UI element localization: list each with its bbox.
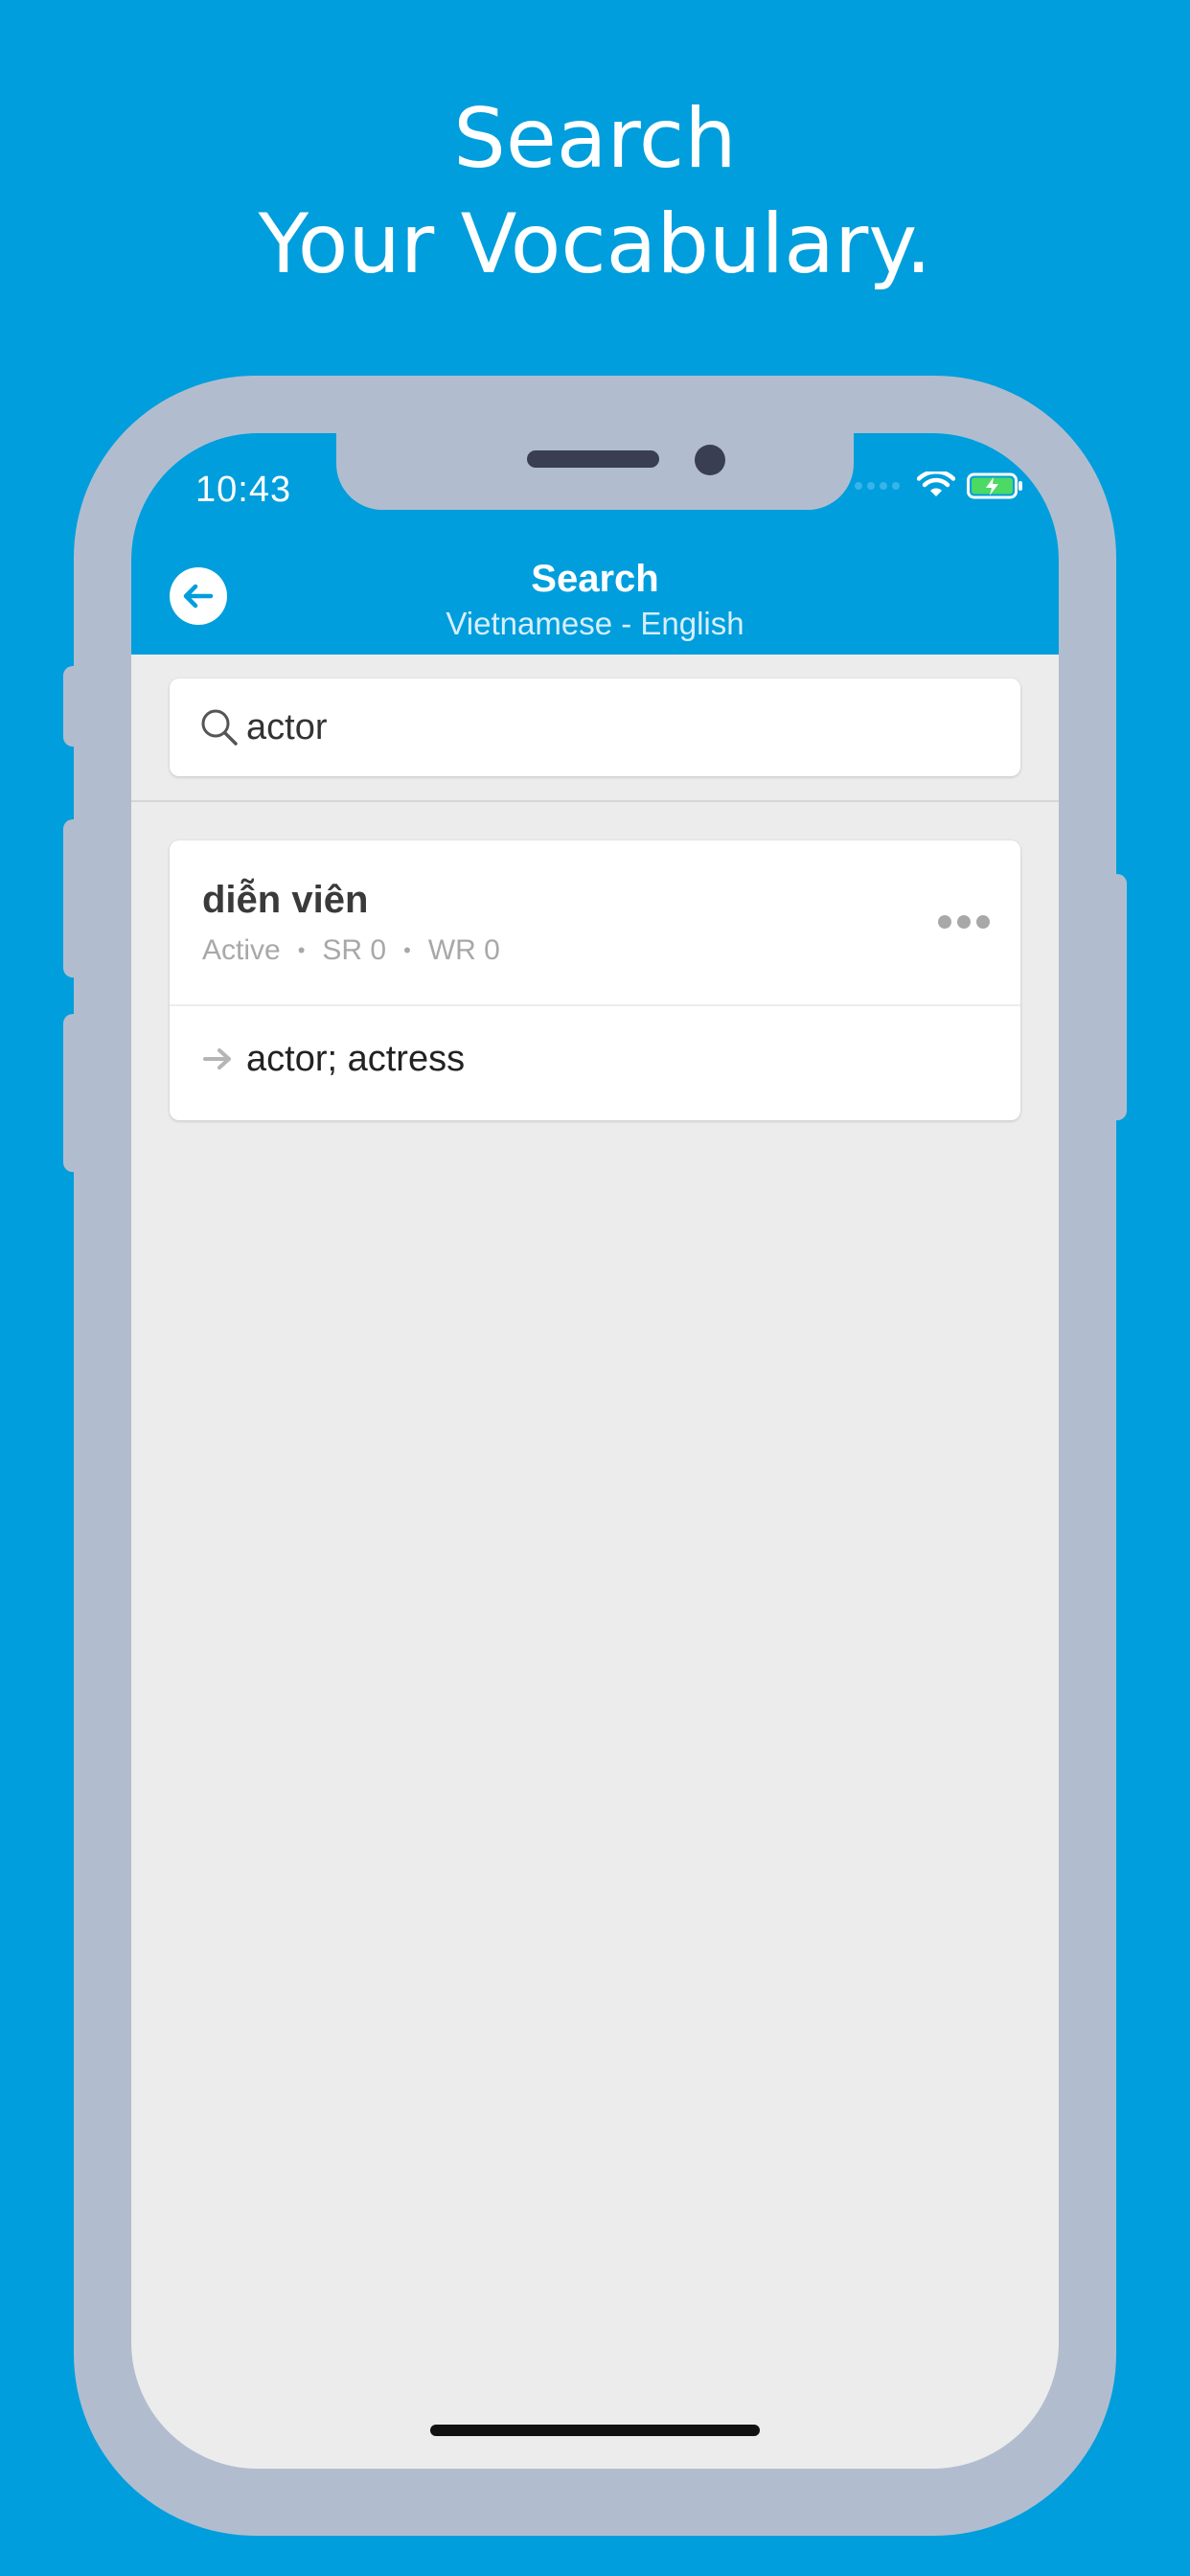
page-subtitle: Vietnamese - English xyxy=(446,606,744,641)
page-title: Search xyxy=(531,558,659,600)
result-card[interactable]: diễn viên Active • SR 0 • WR 0 actor; ac… xyxy=(170,840,1020,1120)
cellular-signal-icon xyxy=(855,482,900,490)
result-wr: WR 0 xyxy=(427,934,500,966)
phone-side-button-silent xyxy=(63,666,84,747)
status-icons xyxy=(855,472,1024,500)
meta-separator: • xyxy=(297,938,306,962)
headline-line-2: Your Vocabulary. xyxy=(258,196,932,292)
arrow-right-icon xyxy=(203,1048,231,1070)
headline: Search Your Vocabulary. xyxy=(0,86,1190,297)
result-sr: SR 0 xyxy=(322,934,387,966)
meta-separator: • xyxy=(403,938,411,962)
phone-speaker xyxy=(527,450,659,468)
result-status: Active xyxy=(202,934,281,966)
search-input-value[interactable]: actor xyxy=(246,707,327,748)
phone-screen: 10:43 Search Vietnamese - English actor … xyxy=(131,433,1059,2469)
more-options-icon[interactable] xyxy=(938,915,990,929)
phone-side-button-volume-up xyxy=(63,819,84,978)
home-indicator[interactable] xyxy=(430,2425,760,2436)
phone-camera xyxy=(695,445,725,475)
card-divider xyxy=(170,1004,1020,1006)
wifi-icon xyxy=(917,472,955,496)
result-translation: actor; actress xyxy=(202,1023,465,1095)
divider xyxy=(131,800,1059,802)
result-meta: Active • SR 0 • WR 0 xyxy=(202,934,500,967)
phone-side-button-power xyxy=(1106,874,1127,1120)
headline-line-1: Search xyxy=(453,91,737,187)
phone-notch xyxy=(336,433,854,510)
search-icon xyxy=(201,709,238,746)
translation-text: actor; actress xyxy=(246,1038,466,1079)
status-time: 10:43 xyxy=(195,470,292,510)
result-word: diễn viên xyxy=(202,879,369,921)
search-input[interactable]: actor xyxy=(170,678,1020,776)
phone-side-button-volume-down xyxy=(63,1014,84,1172)
battery-charging-icon xyxy=(967,472,1022,499)
